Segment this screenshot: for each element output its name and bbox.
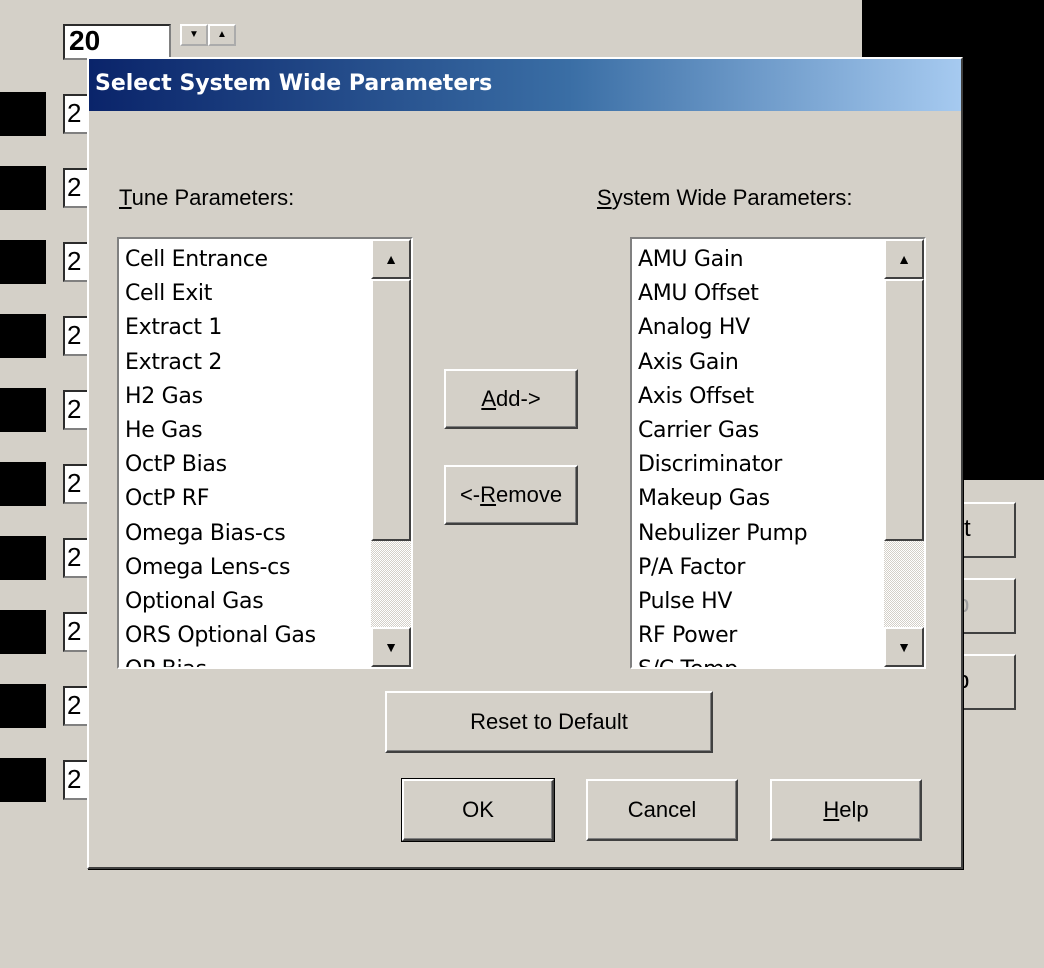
scroll-down-icon[interactable]: ▼ [371, 627, 411, 667]
list-item[interactable]: Extract 1 [125, 311, 316, 345]
list-item[interactable]: Omega Bias-cs [125, 517, 316, 551]
remove-button-prefix: <- [459, 482, 481, 507]
list-item[interactable]: Cell Entrance [125, 243, 316, 277]
tune-list-scrollbar[interactable]: ▲ ▼ [371, 239, 411, 667]
reset-to-default-button[interactable]: Reset to Default [385, 691, 713, 753]
list-item[interactable]: Optional Gas [125, 585, 316, 619]
list-item[interactable]: Nebulizer Pump [638, 517, 808, 551]
tune-parameters-label-text: une Parameters: [131, 185, 295, 210]
list-item[interactable]: Cell Exit [125, 277, 316, 311]
list-item[interactable]: OctP Bias [125, 448, 316, 482]
remove-button-label: emove [496, 482, 563, 507]
row-marker [0, 610, 46, 654]
list-item[interactable]: AMU Offset [638, 277, 807, 311]
scroll-thumb[interactable] [884, 279, 924, 541]
add-button-label: dd-> [496, 386, 541, 411]
scroll-down-icon[interactable]: ▼ [884, 627, 924, 667]
list-item[interactable]: S/C Temp [638, 653, 807, 667]
cancel-button[interactable]: Cancel [586, 779, 738, 841]
list-item[interactable]: Extract 2 [125, 346, 316, 380]
dialog-title: Select System Wide Parameters [95, 71, 493, 96]
ok-button[interactable]: OK [401, 778, 555, 842]
spin-value-field[interactable]: 20 [63, 24, 171, 60]
list-item[interactable]: P/A Factor [638, 551, 807, 585]
add-button[interactable]: Add-> [444, 369, 578, 429]
system-parameters-listbox[interactable]: AMU Gain AMU Offset Analog HV Axis Gain Axis… [630, 237, 926, 669]
row-marker [0, 388, 46, 432]
row-marker [0, 240, 46, 284]
spin-up-icon[interactable]: ▲ [208, 24, 236, 46]
help-button-label: elp [839, 797, 869, 822]
scroll-thumb[interactable] [371, 279, 411, 541]
row-marker [0, 92, 46, 136]
list-item[interactable]: He Gas [125, 414, 316, 448]
row-marker [0, 166, 46, 210]
scroll-up-icon[interactable]: ▲ [371, 239, 411, 279]
row-marker [0, 314, 46, 358]
list-item[interactable]: Makeup Gas [638, 482, 807, 516]
dialog-titlebar[interactable]: Select System Wide Parameters [89, 59, 961, 111]
tune-parameters-listbox[interactable]: Cell Entrance Cell Exit Extract 1 Extract 2… [117, 237, 413, 669]
row-marker [0, 536, 46, 580]
row-marker [0, 758, 46, 802]
scroll-up-icon[interactable]: ▲ [884, 239, 924, 279]
system-list-scrollbar[interactable]: ▲ ▼ [884, 239, 924, 667]
system-parameters-label-text: ystem Wide Parameters: [611, 185, 853, 210]
list-item[interactable]: Axis Gain [638, 346, 807, 380]
list-item[interactable]: AMU Gain [638, 243, 807, 277]
spin-buttons: ▼ ▲ [180, 24, 240, 46]
system-parameters-label: System Wide Parameters: [597, 185, 853, 210]
list-item[interactable]: QP Bias [125, 653, 316, 667]
list-item[interactable]: Discriminator [638, 448, 807, 482]
list-item[interactable]: Pulse HV [638, 585, 807, 619]
select-parameters-dialog: Select System Wide Parameters Tune Param… [87, 57, 963, 869]
tune-parameters-items: Cell Entrance Cell Exit Extract 1 Extract 2… [125, 243, 316, 667]
list-item[interactable]: OctP RF [125, 482, 316, 516]
remove-button[interactable]: <-Remove [444, 465, 578, 525]
help-button[interactable]: Help [770, 779, 922, 841]
list-item[interactable]: Analog HV [638, 311, 807, 345]
list-item[interactable]: RF Power [638, 619, 807, 653]
list-item[interactable]: Omega Lens-cs [125, 551, 316, 585]
spin-down-icon[interactable]: ▼ [180, 24, 208, 46]
list-item[interactable]: Carrier Gas [638, 414, 807, 448]
row-marker [0, 462, 46, 506]
list-item[interactable]: Axis Offset [638, 380, 807, 414]
tune-parameters-label: Tune Parameters: [119, 185, 295, 210]
list-item[interactable]: ORS Optional Gas [125, 619, 316, 653]
row-marker [0, 684, 46, 728]
system-parameters-items: AMU Gain AMU Offset Analog HV Axis Gain Axis… [638, 243, 808, 667]
list-item[interactable]: H2 Gas [125, 380, 316, 414]
